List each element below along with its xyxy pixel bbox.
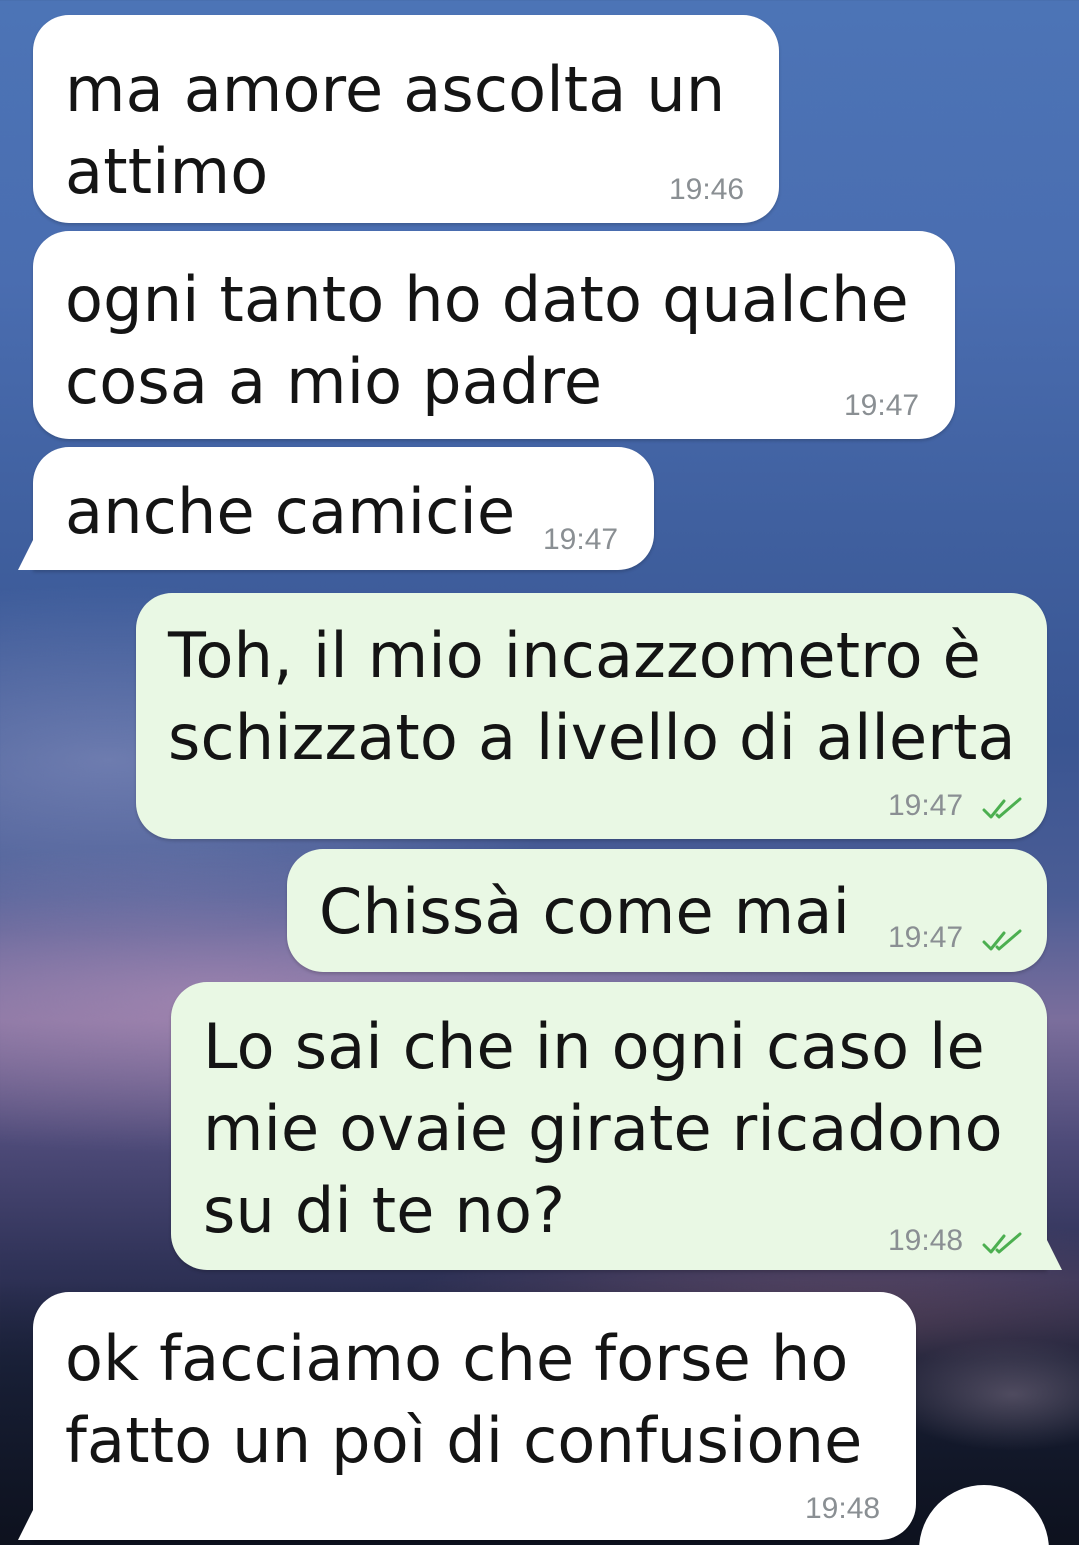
message-bubble-incoming[interactable]: ok facciamo che forse ho fatto un poì di… [18, 1292, 916, 1540]
message-text: ma amore ascolta un attimo [65, 53, 726, 208]
message-bubble-outgoing[interactable]: Chissà come mai 19:47 [287, 849, 1047, 972]
message-time: 19:47 [543, 523, 619, 556]
message-text: ok facciamo che forse ho fatto un poì di… [65, 1322, 863, 1477]
message-text: Toh, il mio incazzometro è schizzato a l… [168, 619, 1016, 774]
message-text: Chissà come mai [319, 875, 850, 948]
message-text: anche camicie [65, 475, 516, 548]
message-time: 19:48 [888, 1224, 964, 1257]
double-check-icon [982, 1232, 1022, 1254]
bubble-tail [1032, 1240, 1062, 1270]
message-bubble-incoming[interactable]: ogni tanto ho dato qualche cosa a mio pa… [33, 231, 955, 439]
bubble-tail [18, 540, 48, 570]
message-time: 19:46 [669, 173, 745, 206]
message-text: Lo sai che in ogni caso le mie ovaie gir… [203, 1010, 1003, 1247]
double-check-icon [982, 797, 1022, 819]
message-bubble-outgoing[interactable]: Lo sai che in ogni caso le mie ovaie gir… [171, 982, 1062, 1270]
message-time: 19:47 [888, 921, 964, 954]
bubble-tail [18, 1510, 48, 1540]
chat-message-list[interactable]: ma amore ascolta un attimo 19:46 ogni ta… [0, 0, 1079, 1545]
message-time: 19:47 [844, 389, 920, 422]
message-text: ogni tanto ho dato qualche cosa a mio pa… [65, 263, 909, 418]
message-time: 19:47 [888, 789, 964, 822]
message-bubble-outgoing[interactable]: Toh, il mio incazzometro è schizzato a l… [136, 593, 1047, 839]
message-time: 19:48 [805, 1492, 881, 1525]
double-check-icon [982, 929, 1022, 951]
message-bubble-incoming[interactable]: anche camicie 19:47 [18, 447, 654, 570]
message-bubble-incoming[interactable]: ma amore ascolta un attimo 19:46 [33, 15, 779, 223]
